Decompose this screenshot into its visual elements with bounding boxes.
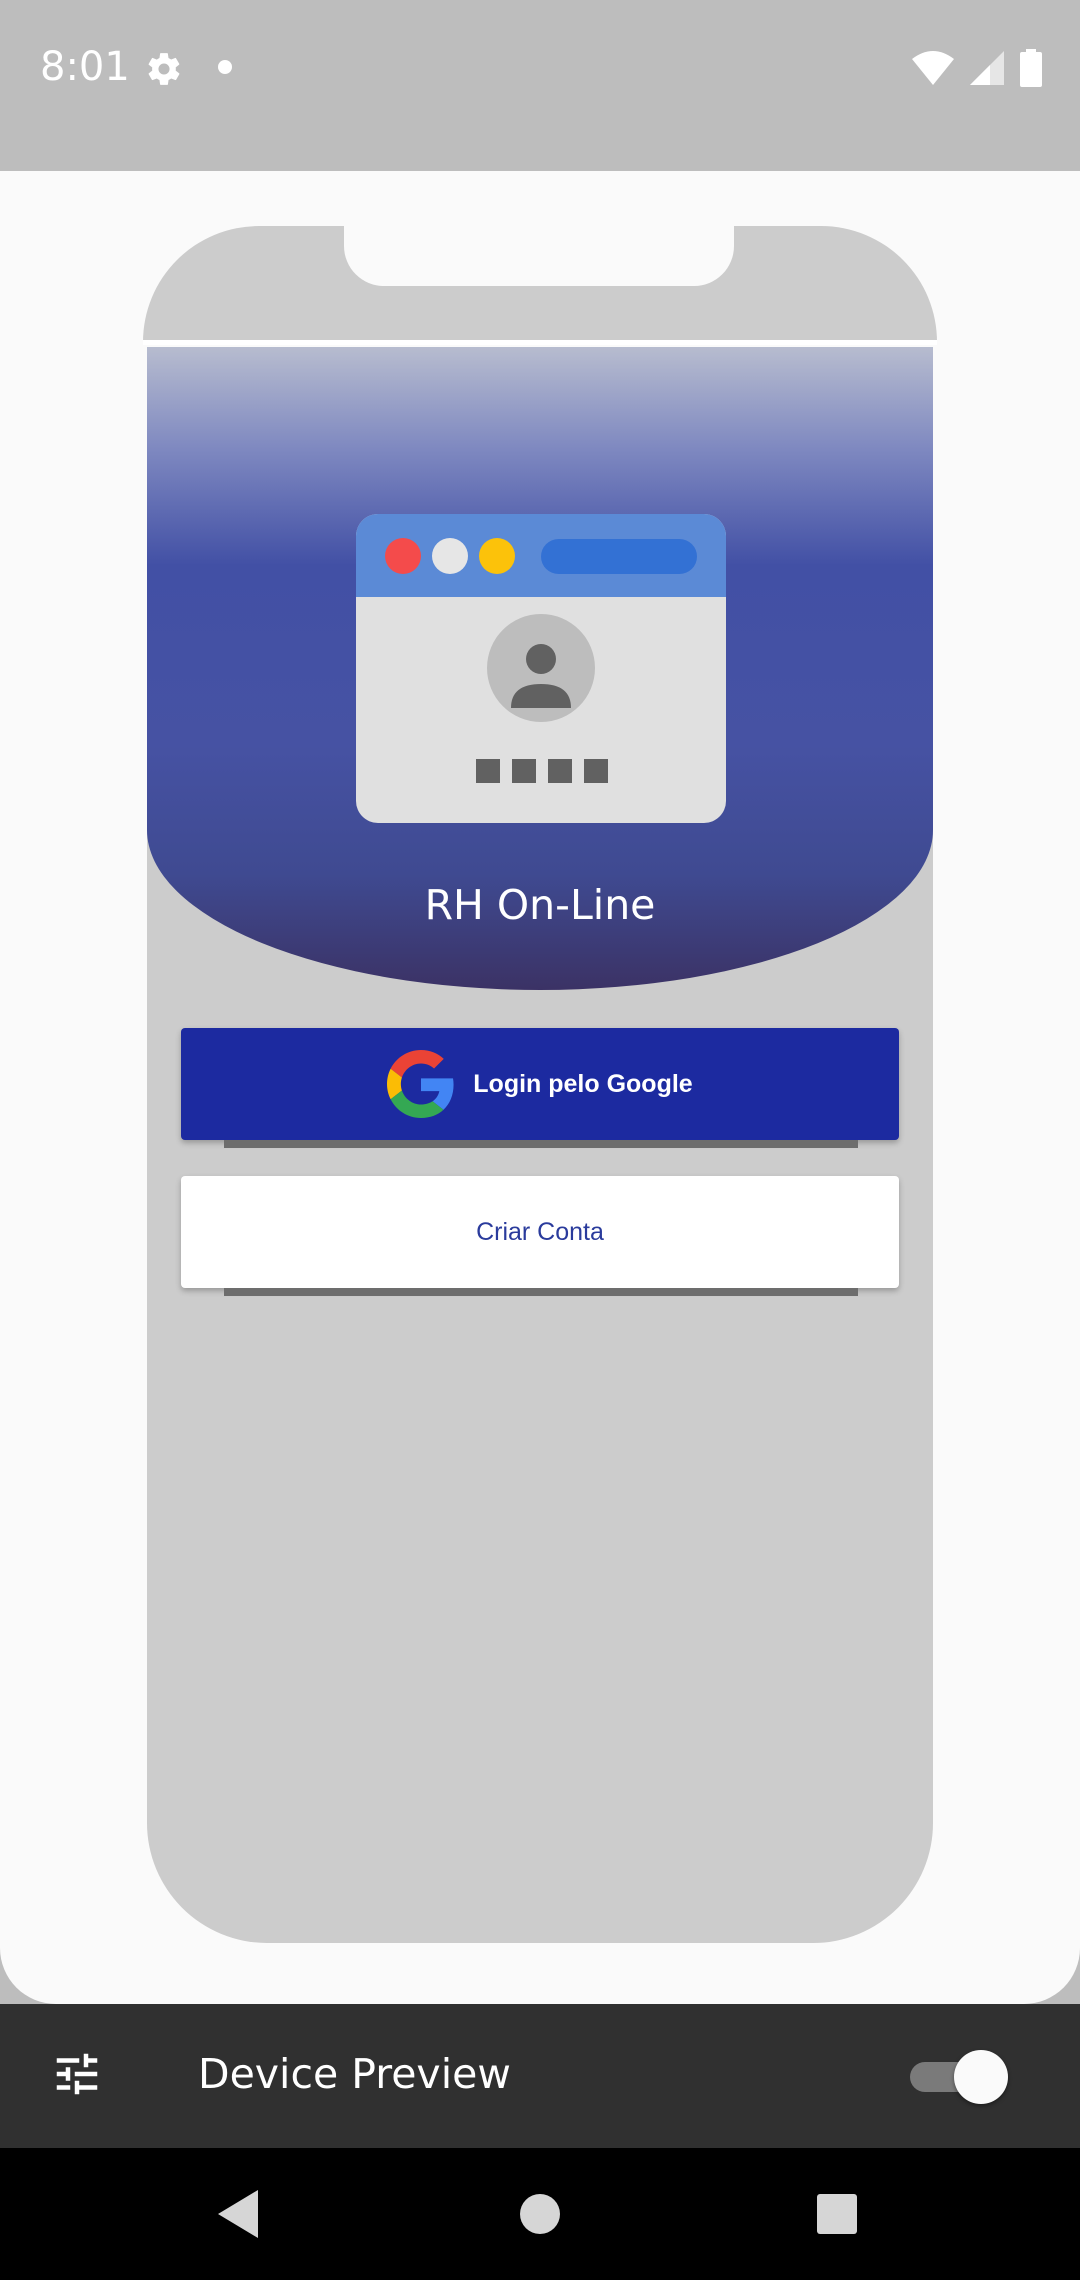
status-icons <box>912 48 1042 88</box>
signal-icon <box>970 51 1004 85</box>
create-button-shadow-bar <box>224 1288 858 1296</box>
google-login-button[interactable]: Login pelo Google <box>181 1028 899 1140</box>
google-button-shadow-bar <box>224 1140 858 1148</box>
device-notch <box>344 226 734 286</box>
tune-icon[interactable] <box>50 2047 104 2101</box>
password-mask-icon <box>476 759 608 783</box>
battery-icon <box>1020 49 1042 87</box>
navigation-bar <box>0 2148 1080 2280</box>
recents-icon[interactable] <box>817 2194 857 2234</box>
create-account-label: Criar Conta <box>476 1217 604 1246</box>
google-login-label: Login pelo Google <box>473 1069 693 1098</box>
device-preview-toolbar: Device Preview <box>0 2004 1080 2148</box>
window-minimize-dot-icon <box>432 538 468 574</box>
create-account-button[interactable]: Criar Conta <box>181 1176 899 1288</box>
home-icon[interactable] <box>520 2194 560 2234</box>
user-avatar-icon <box>487 614 595 722</box>
window-maximize-dot-icon <box>479 538 515 574</box>
window-url-bar <box>541 539 697 574</box>
device-preview-toggle[interactable] <box>908 2048 1008 2104</box>
status-time: 8:01 <box>40 44 130 90</box>
back-icon[interactable] <box>218 2190 260 2238</box>
window-close-dot-icon <box>385 538 421 574</box>
device-preview-canvas: RH On-Line Login pelo Google Criar Conta <box>0 171 1080 2004</box>
status-bar: 8:01 <box>0 0 1080 171</box>
toolbar-title: Device Preview <box>198 2050 511 2098</box>
gear-icon <box>148 53 180 85</box>
device-frame-divider <box>143 340 937 345</box>
app-title: RH On-Line <box>424 881 656 929</box>
device-screen: RH On-Line Login pelo Google Criar Conta <box>147 347 933 1943</box>
notification-dot-icon <box>218 60 232 74</box>
toggle-knob <box>954 2050 1008 2104</box>
google-logo-icon <box>387 1050 454 1118</box>
wifi-icon <box>912 51 954 85</box>
login-illustration <box>356 514 726 823</box>
